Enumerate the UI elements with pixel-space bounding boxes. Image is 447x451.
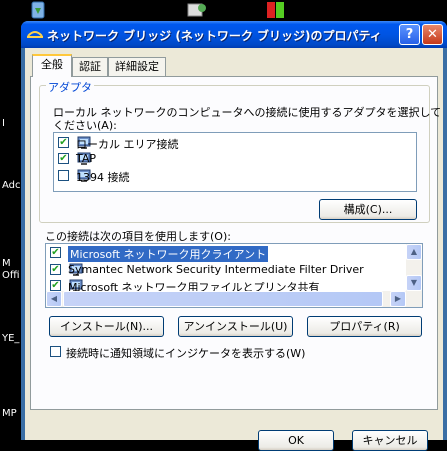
dialog-client-area: 全般 認証 詳細設定 アダプタ ローカル ネットワークのコンピュータへの接続に使… — [25, 48, 443, 451]
desktop-app-icon[interactable] — [265, 0, 287, 20]
adapter-checkbox[interactable]: ✔ — [58, 137, 69, 148]
desktop-label-1: I — [2, 118, 5, 129]
title-bar[interactable]: ネットワーク ブリッジ (ネットワーク ブリッジ)のプロパティ ? ✕ — [21, 21, 447, 48]
adapters-instruction-line2: ください(A): — [53, 119, 117, 132]
cancel-button[interactable]: キャンセル — [352, 430, 428, 451]
recycle-bin-icon[interactable] — [27, 0, 49, 20]
component-label: Microsoft ネットワーク用クライアント — [68, 246, 269, 262]
scroll-right-button[interactable]: ▶ — [390, 291, 406, 307]
adapter-label: ローカル エリア接続 — [76, 138, 179, 151]
notify-option[interactable]: 接続時に通知領域にインジケータを表示する(W) — [50, 344, 410, 360]
adapter-checkbox[interactable] — [58, 170, 69, 181]
adapter-checkbox[interactable]: ✔ — [58, 153, 69, 164]
horizontal-scrollbar[interactable]: ◀ ▶ — [46, 291, 422, 307]
component-checkbox[interactable]: ✔ — [50, 280, 61, 291]
component-label: Symantec Network Security Intermediate F… — [68, 263, 364, 276]
desktop-shortcut-icon[interactable] — [186, 0, 208, 20]
desktop-label-5: YE_ — [2, 333, 20, 344]
desktop-label-4: Offi — [2, 270, 20, 281]
component-checkbox[interactable]: ✔ — [50, 264, 61, 275]
ok-button[interactable]: OK — [258, 430, 334, 451]
properties-dialog: ネットワーク ブリッジ (ネットワーク ブリッジ)のプロパティ ? ✕ 全般 認… — [21, 21, 447, 451]
notify-checkbox-label: 接続時に通知領域にインジケータを表示する(W) — [66, 347, 306, 360]
vertical-scrollbar[interactable]: ▲ ▼ — [406, 244, 422, 291]
configure-button[interactable]: 構成(C)... — [319, 199, 417, 220]
adapters-list[interactable]: ✔ ローカル エリア接続 ✔ TAP 1394 接続 — [53, 132, 417, 192]
scroll-thumb[interactable] — [63, 291, 383, 307]
desktop-label-2: Adc — [2, 180, 21, 191]
uninstall-button[interactable]: アンインストール(U) — [178, 316, 293, 337]
window-title: ネットワーク ブリッジ (ネットワーク ブリッジ)のプロパティ — [47, 29, 382, 43]
properties-button[interactable]: プロパティ(R) — [307, 316, 422, 337]
adapter-label: 1394 接続 — [76, 171, 130, 184]
tab-general[interactable]: 全般 — [32, 54, 72, 77]
desktop-label-3: M — [2, 258, 11, 269]
help-button[interactable]: ? — [399, 24, 420, 45]
network-bridge-icon — [27, 27, 43, 41]
notify-checkbox[interactable] — [50, 346, 61, 357]
component-checkbox[interactable]: ✔ — [50, 247, 61, 258]
general-tab-page: アダプタ ローカル ネットワークのコンピュータへの接続に使用するアダプタを選択し… — [30, 76, 441, 410]
adapter-label: TAP — [76, 152, 97, 165]
scroll-left-button[interactable]: ◀ — [46, 291, 62, 307]
desktop-label-6: MP — [2, 408, 17, 419]
scroll-down-button[interactable]: ▼ — [406, 275, 422, 291]
tab-advanced[interactable]: 詳細設定 — [108, 57, 166, 76]
close-button[interactable]: ✕ — [422, 24, 443, 45]
install-button[interactable]: インストール(N)... — [49, 316, 164, 337]
components-label: この接続は次の項目を使用します(O): — [45, 230, 231, 243]
adapters-group-label: アダプタ — [46, 79, 94, 95]
components-list[interactable]: ✔ Microsoft ネットワーク用クライアント ✔ Symantec Net… — [45, 243, 423, 308]
tab-authentication[interactable]: 認証 — [72, 57, 108, 76]
scroll-up-button[interactable]: ▲ — [406, 244, 422, 260]
